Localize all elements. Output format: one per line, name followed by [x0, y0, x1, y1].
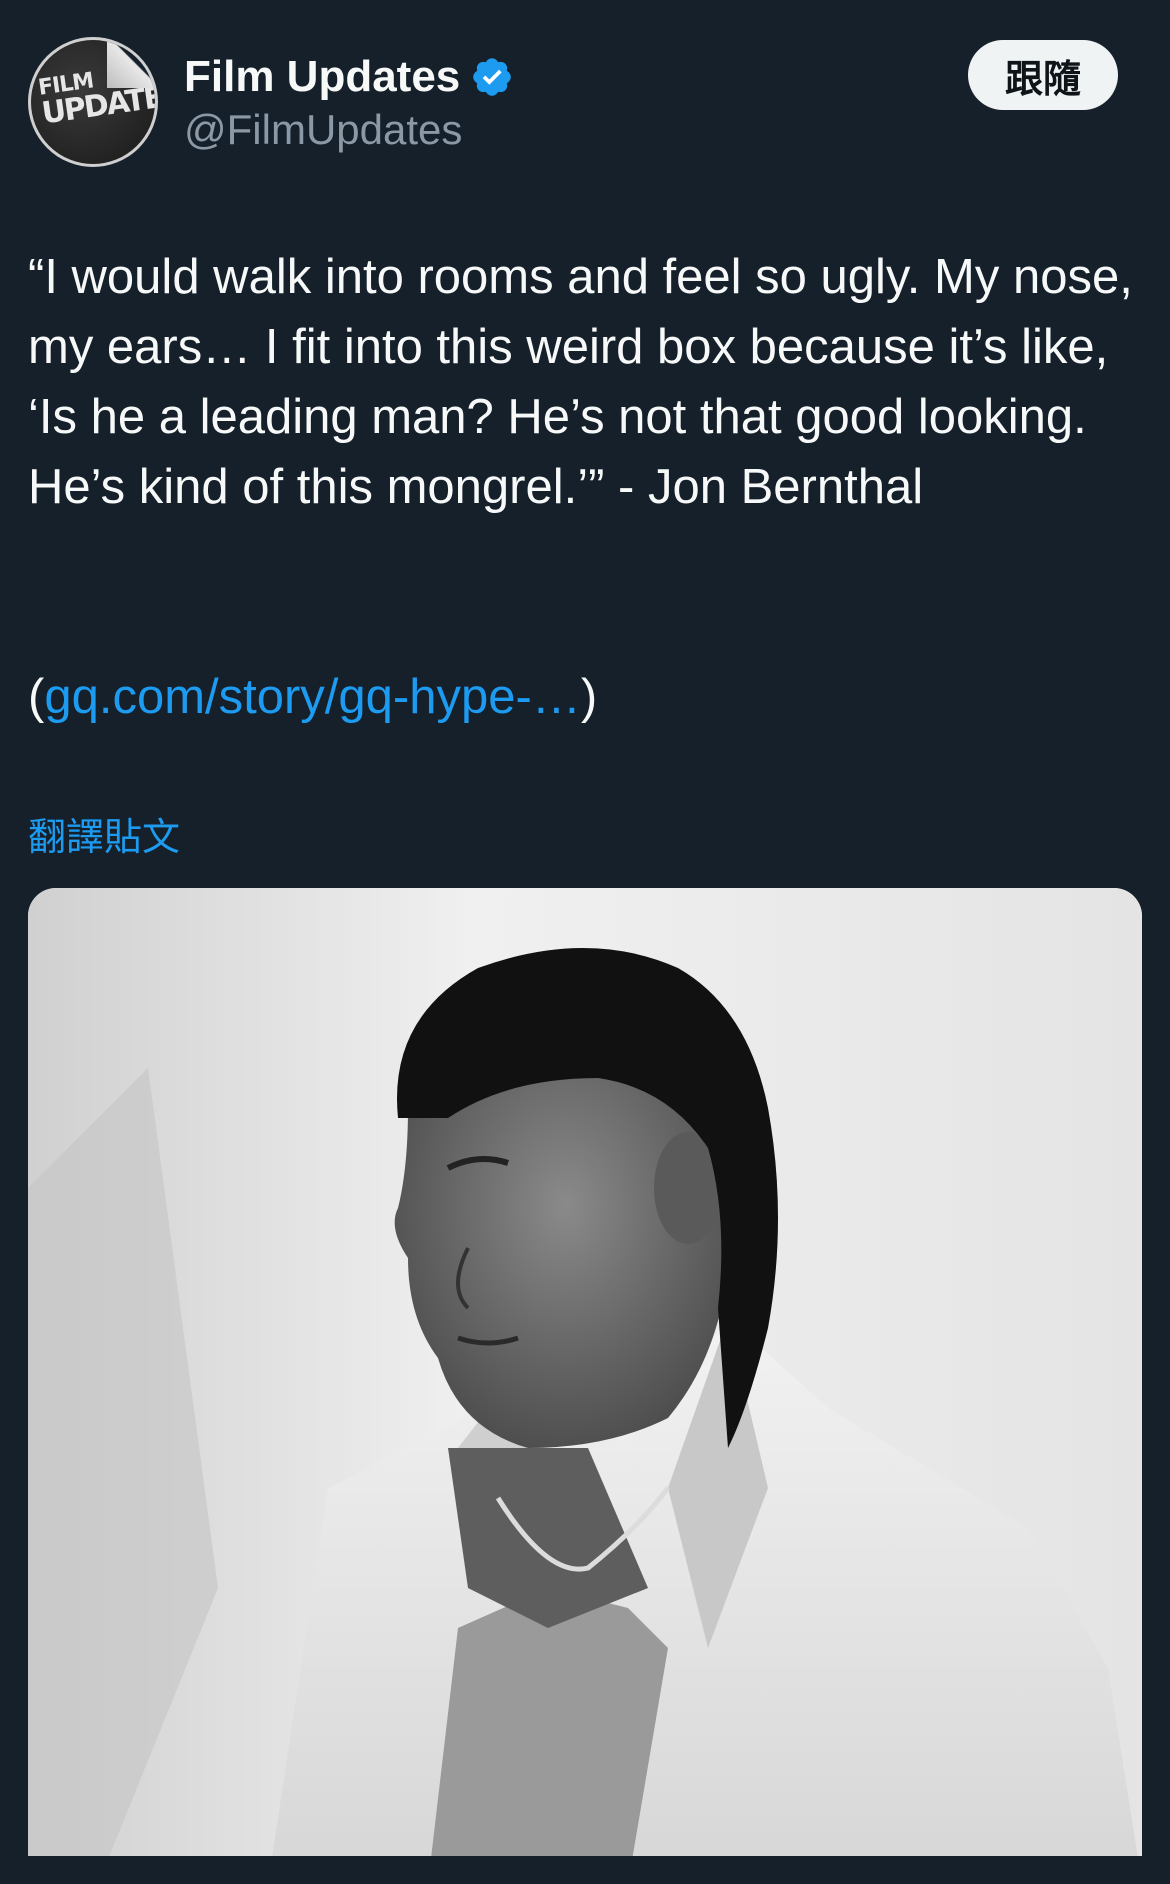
bottom-edge — [0, 1856, 1170, 1884]
tweet-text: “I would walk into rooms and feel so ugl… — [28, 250, 1133, 514]
author-name-row[interactable]: Film Updates — [184, 50, 514, 104]
author-avatar[interactable]: FILM UPDATES — [28, 37, 158, 167]
photo-portrait-image — [28, 888, 1142, 1884]
tweet-link[interactable]: gq.com/story/gq-hype-… — [44, 670, 581, 724]
avatar-page-curl — [107, 40, 155, 88]
tweet-photo[interactable] — [28, 888, 1142, 1884]
author-display-name[interactable]: Film Updates — [184, 52, 460, 102]
link-close-paren: ) — [580, 670, 598, 724]
follow-button[interactable]: 跟隨 — [968, 40, 1118, 110]
tweet-link-line: (gq.com/story/gq-hype-…) — [28, 662, 597, 732]
author-handle[interactable]: @FilmUpdates — [184, 106, 462, 154]
link-open-paren: ( — [28, 670, 45, 724]
verified-badge-icon — [473, 58, 512, 96]
tweet-card: FILM UPDATES Film Updates @FilmUpdates 跟… — [0, 0, 1170, 1884]
translate-post-link[interactable]: 翻譯貼文 — [28, 806, 180, 861]
